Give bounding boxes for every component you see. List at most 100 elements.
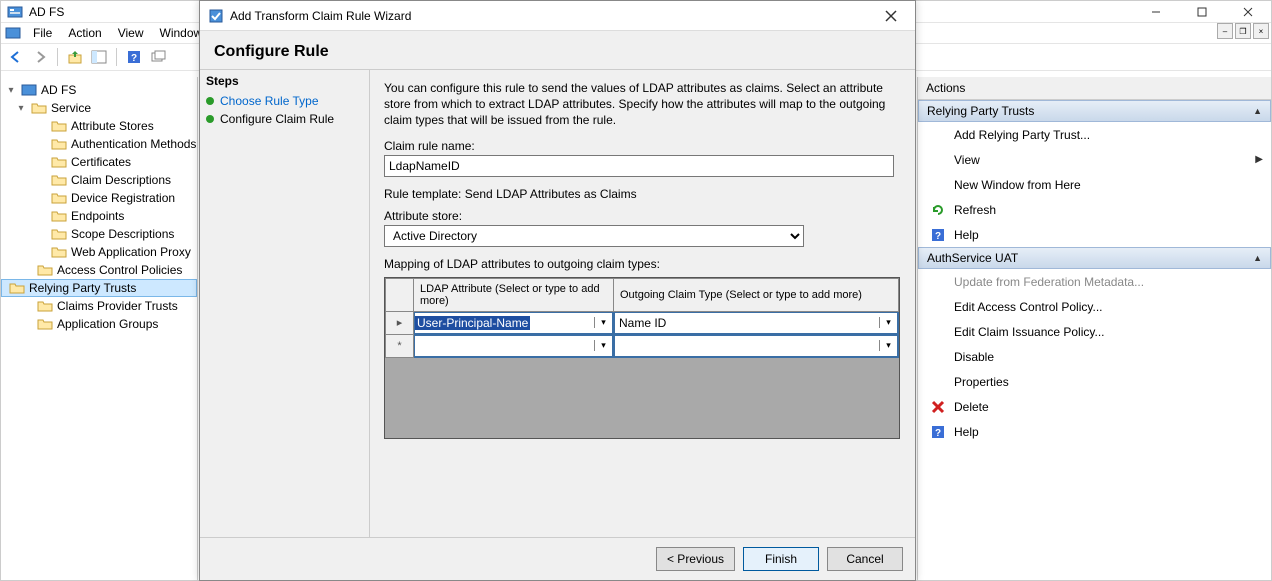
action-edit-claim-issuance-policy[interactable]: Edit Claim Issuance Policy... <box>918 319 1271 344</box>
action-refresh[interactable]: Refresh <box>918 197 1271 222</box>
blank-icon <box>930 374 946 390</box>
dialog-body: Steps Choose Rule Type Configure Claim R… <box>200 69 915 538</box>
blank-icon <box>930 349 946 365</box>
dropdown-icon[interactable]: ▾ <box>594 340 612 351</box>
actions-section-title: Relying Party Trusts <box>927 104 1034 118</box>
tree-service[interactable]: ▾ Service <box>1 99 197 117</box>
tree-item[interactable]: Access Control Policies <box>1 261 197 279</box>
step-bullet-icon <box>206 115 214 123</box>
grid-cell-ldap-empty[interactable]: ▾ <box>414 334 614 357</box>
rule-name-input[interactable] <box>384 155 894 177</box>
tree-item-relying-party-trusts[interactable]: Relying Party Trusts <box>1 279 197 297</box>
step-configure-claim-rule[interactable]: Configure Claim Rule <box>206 110 363 128</box>
tree-item[interactable]: Scope Descriptions <box>1 225 197 243</box>
tree-item-label: Attribute Stores <box>71 119 154 133</box>
mdi-minimize[interactable]: – <box>1217 23 1233 39</box>
action-label: Properties <box>954 375 1009 389</box>
help-button[interactable]: ? <box>123 46 145 68</box>
claim-type-value[interactable]: Name ID <box>619 316 666 330</box>
cancel-button[interactable]: Cancel <box>827 547 903 571</box>
finish-button[interactable]: Finish <box>743 547 819 571</box>
action-label: Add Relying Party Trust... <box>954 128 1090 142</box>
chevron-down-icon[interactable]: ▾ <box>15 103 27 114</box>
wizard-main-pane: You can configure this rule to send the … <box>370 70 915 537</box>
tree-item[interactable]: Claim Descriptions <box>1 171 197 189</box>
menu-view[interactable]: View <box>110 24 152 42</box>
tree-item[interactable]: Claims Provider Trusts <box>1 297 197 315</box>
action-label: Update from Federation Metadata... <box>954 275 1144 289</box>
back-button[interactable] <box>5 46 27 68</box>
tree-item[interactable]: Certificates <box>1 153 197 171</box>
folder-icon <box>31 100 47 116</box>
collapse-icon[interactable]: ▲ <box>1253 106 1262 116</box>
action-label: Edit Access Control Policy... <box>954 300 1103 314</box>
action-help[interactable]: ?Help <box>918 222 1271 247</box>
grid-row-new[interactable]: * ▾ ▾ <box>386 334 899 357</box>
action-disable[interactable]: Disable <box>918 344 1271 369</box>
tree-root[interactable]: ▾ AD FS <box>1 81 197 99</box>
blank-icon <box>930 274 946 290</box>
mdi-close[interactable]: × <box>1253 23 1269 39</box>
chevron-down-icon[interactable]: ▾ <box>5 85 17 96</box>
attribute-store-select[interactable]: Active Directory <box>384 225 804 247</box>
dropdown-icon[interactable]: ▾ <box>879 317 897 328</box>
actions-section-authservice[interactable]: AuthService UAT ▲ <box>918 247 1271 269</box>
action-label: Delete <box>954 400 989 414</box>
tree-item[interactable]: Device Registration <box>1 189 197 207</box>
grid-row[interactable]: ▸ User-Principal-Name ▾ Name ID ▾ <box>386 311 899 334</box>
new-window-button[interactable] <box>147 46 169 68</box>
folder-icon <box>51 244 67 260</box>
mapping-label: Mapping of LDAP attributes to outgoing c… <box>384 257 901 271</box>
action-edit-access-control-policy[interactable]: Edit Access Control Policy... <box>918 294 1271 319</box>
menu-file[interactable]: File <box>25 24 60 42</box>
dropdown-icon[interactable]: ▾ <box>594 317 612 328</box>
minimize-button[interactable] <box>1133 1 1179 23</box>
folder-icon <box>51 118 67 134</box>
tree-item[interactable]: Application Groups <box>1 315 197 333</box>
tree-item[interactable]: Endpoints <box>1 207 197 225</box>
grid-empty-area <box>385 358 899 438</box>
tree-item-label: Claims Provider Trusts <box>57 299 178 313</box>
dialog-titlebar[interactable]: Add Transform Claim Rule Wizard <box>200 1 915 31</box>
action-add-relying-party-trust[interactable]: Add Relying Party Trust... <box>918 122 1271 147</box>
tree-item[interactable]: Web Application Proxy <box>1 243 197 261</box>
dropdown-icon[interactable]: ▾ <box>879 340 897 351</box>
folder-icon <box>9 280 25 296</box>
mapping-grid: LDAP Attribute (Select or type to add mo… <box>384 277 900 439</box>
close-button[interactable] <box>1225 1 1271 23</box>
action-delete[interactable]: Delete <box>918 394 1271 419</box>
grid-cell-claim-empty[interactable]: ▾ <box>614 334 899 357</box>
svg-text:?: ? <box>131 53 137 64</box>
action-new-window[interactable]: New Window from Here <box>918 172 1271 197</box>
action-view[interactable]: View▶ <box>918 147 1271 172</box>
mdi-restore[interactable]: ❐ <box>1235 23 1251 39</box>
tree-item[interactable]: Attribute Stores <box>1 117 197 135</box>
ldap-attribute-value[interactable]: User-Principal-Name <box>415 316 530 330</box>
grid-cell-ldap[interactable]: User-Principal-Name ▾ <box>414 311 614 334</box>
steps-pane: Steps Choose Rule Type Configure Claim R… <box>200 70 370 537</box>
dialog-footer: < Previous Finish Cancel <box>200 538 915 580</box>
show-hide-tree-button[interactable] <box>88 46 110 68</box>
tree-item[interactable]: Authentication Methods <box>1 135 197 153</box>
action-label: View <box>954 153 980 167</box>
dialog-close-button[interactable] <box>875 2 907 30</box>
svg-text:?: ? <box>935 428 941 439</box>
folder-icon <box>51 208 67 224</box>
grid-cell-claim[interactable]: Name ID ▾ <box>614 311 899 334</box>
previous-button[interactable]: < Previous <box>656 547 735 571</box>
action-label: Refresh <box>954 203 996 217</box>
action-label: Disable <box>954 350 994 364</box>
collapse-icon[interactable]: ▲ <box>1253 253 1262 263</box>
action-properties[interactable]: Properties <box>918 369 1271 394</box>
up-button[interactable] <box>64 46 86 68</box>
action-help-2[interactable]: ? Help <box>918 419 1271 444</box>
menu-action[interactable]: Action <box>60 24 109 42</box>
maximize-button[interactable] <box>1179 1 1225 23</box>
grid-col-claim[interactable]: Outgoing Claim Type (Select or type to a… <box>614 278 899 311</box>
forward-button[interactable] <box>29 46 51 68</box>
grid-col-ldap[interactable]: LDAP Attribute (Select or type to add mo… <box>414 278 614 311</box>
action-label: Help <box>954 425 979 439</box>
actions-section-relying-party[interactable]: Relying Party Trusts ▲ <box>918 100 1271 122</box>
step-choose-rule-type[interactable]: Choose Rule Type <box>206 92 363 110</box>
help-icon: ? <box>930 227 946 243</box>
